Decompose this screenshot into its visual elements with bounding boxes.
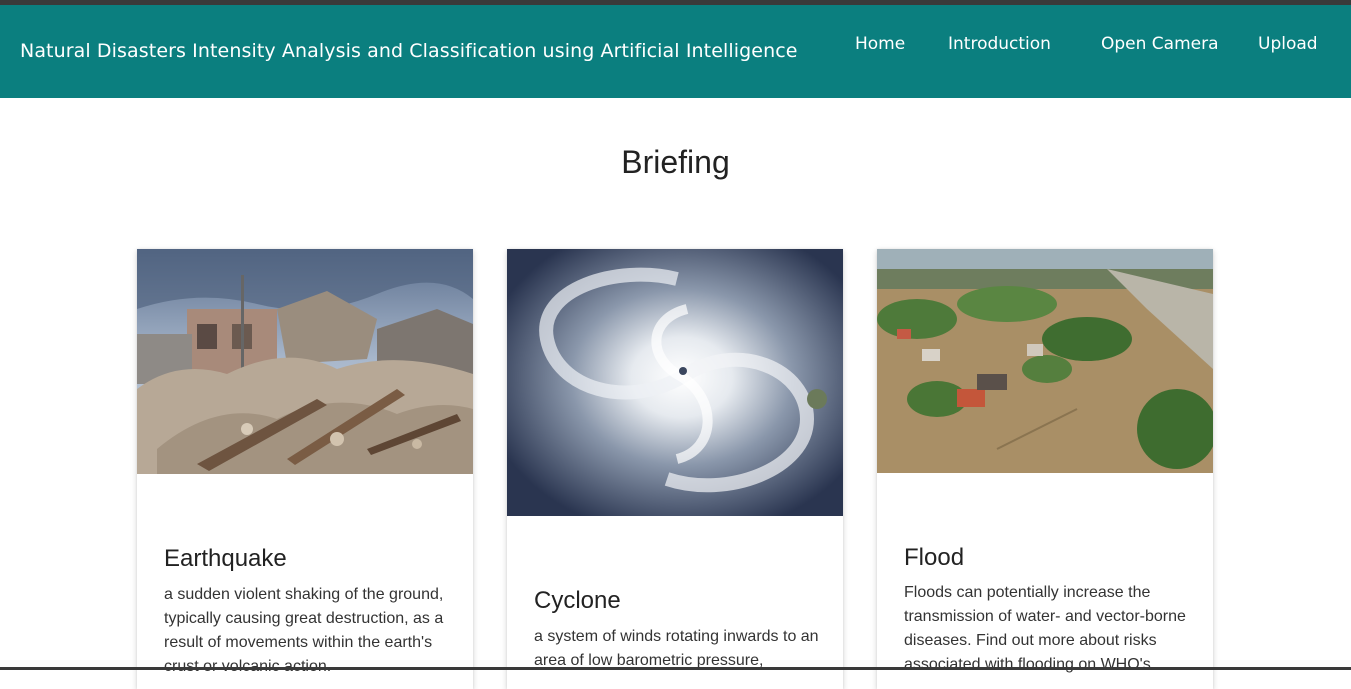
- card-cyclone: Cyclone a system of winds rotating inwar…: [507, 249, 843, 689]
- card-text-earthquake: a sudden violent shaking of the ground, …: [164, 586, 444, 675]
- cyclone-image: [507, 249, 843, 516]
- navbar: Natural Disasters Intensity Analysis and…: [0, 5, 1351, 98]
- page-title: Briefing: [621, 144, 730, 180]
- card-flood: Flood Floods can potentially increase th…: [877, 249, 1213, 689]
- nav-home-link[interactable]: Home: [855, 34, 905, 54]
- card-text-flood: Floods can potentially increase the tran…: [904, 584, 1186, 673]
- nav-introduction-link[interactable]: Introduction: [948, 34, 1051, 54]
- card-text-cyclone: a system of winds rotating inwards to an…: [534, 628, 819, 669]
- card-title-cyclone: Cyclone: [534, 587, 621, 614]
- earthquake-image: [137, 249, 473, 474]
- card-title-flood: Flood: [904, 544, 965, 571]
- nav-upload-link[interactable]: Upload: [1258, 34, 1318, 54]
- site-title: Natural Disasters Intensity Analysis and…: [20, 40, 798, 62]
- flood-image: [877, 249, 1213, 473]
- nav-open-camera-link[interactable]: Open Camera: [1101, 34, 1219, 54]
- card-earthquake: Earthquake a sudden violent shaking of t…: [137, 249, 473, 689]
- card-title-earthquake: Earthquake: [164, 545, 287, 572]
